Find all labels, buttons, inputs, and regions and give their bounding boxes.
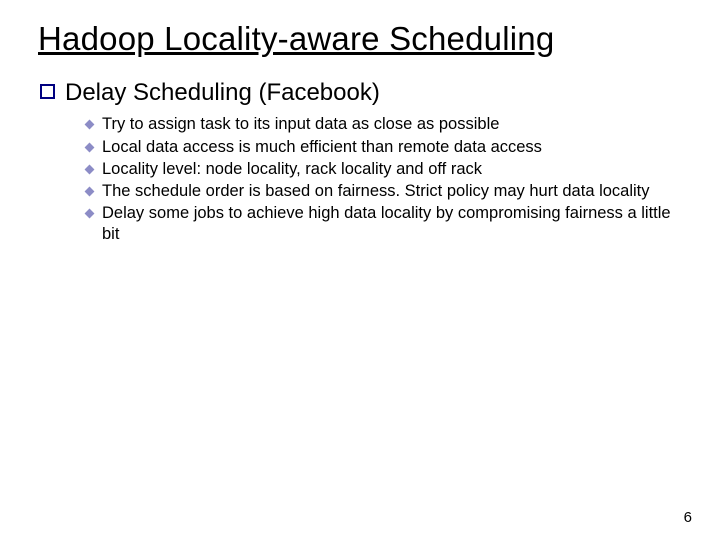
slide-title: Hadoop Locality-aware Scheduling (38, 18, 682, 59)
main-heading-row: Delay Scheduling (Facebook) (40, 77, 682, 108)
diamond-bullet-icon (84, 186, 94, 196)
bullet-text: Delay some jobs to achieve high data loc… (102, 203, 682, 245)
diamond-bullet-icon (84, 208, 94, 218)
page-number: 6 (684, 509, 692, 526)
diamond-bullet-icon (84, 164, 94, 174)
square-bullet-icon (40, 84, 55, 99)
main-heading-text: Delay Scheduling (Facebook) (65, 77, 380, 108)
list-item: Try to assign task to its input data as … (84, 114, 682, 135)
bullet-text: The schedule order is based on fairness.… (102, 181, 682, 202)
diamond-bullet-icon (84, 119, 94, 129)
list-item: Locality level: node locality, rack loca… (84, 159, 682, 180)
list-item: Delay some jobs to achieve high data loc… (84, 203, 682, 245)
diamond-bullet-icon (84, 142, 94, 152)
list-item: Local data access is much efficient than… (84, 137, 682, 158)
list-item: The schedule order is based on fairness.… (84, 181, 682, 202)
bullet-text: Try to assign task to its input data as … (102, 114, 682, 135)
bullet-list: Try to assign task to its input data as … (84, 114, 682, 245)
slide: Hadoop Locality-aware Scheduling Delay S… (0, 0, 720, 540)
bullet-text: Local data access is much efficient than… (102, 137, 682, 158)
bullet-text: Locality level: node locality, rack loca… (102, 159, 682, 180)
